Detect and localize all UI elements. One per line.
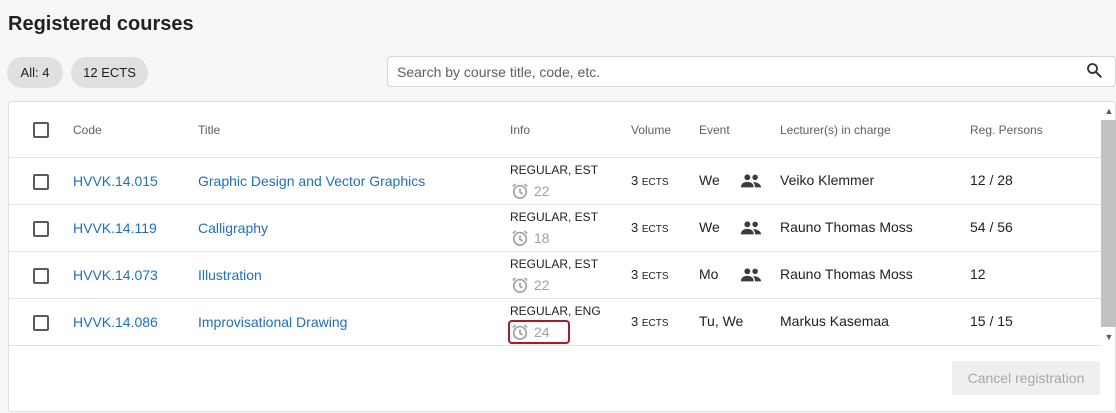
volume-value: 3 (631, 314, 639, 329)
volume: 3 ECTS (631, 267, 669, 282)
page-title: Registered courses (8, 13, 194, 35)
event-days: We (699, 172, 720, 188)
event-days: Mo (699, 266, 719, 282)
volume-value: 3 (631, 267, 639, 282)
table-header: Code Title Info Volume Event Lecturer(s)… (9, 102, 1101, 158)
info-hours: 18 (510, 228, 568, 248)
event-days: Tu, We (699, 313, 744, 329)
filter-chip-ects[interactable]: 12 ECTS (71, 57, 148, 88)
alarm-clock-icon (512, 277, 528, 293)
scroll-thumb[interactable] (1101, 120, 1116, 327)
volume: 3 ECTS (631, 173, 669, 188)
header-event: Event (699, 123, 730, 137)
lecturer-name: Veiko Klemmer (780, 172, 875, 188)
search-box (387, 56, 1116, 87)
course-title-link[interactable]: Calligraphy (198, 220, 268, 236)
volume-unit: ECTS (641, 177, 669, 188)
courses-table: Code Title Info Volume Event Lecturer(s)… (8, 101, 1116, 412)
lecturer-name: Rauno Thomas Moss (780, 266, 913, 282)
table-row: HVVK.14.119 Calligraphy REGULAR, EST 18 … (9, 205, 1101, 252)
table-row: HVVK.14.073 Illustration REGULAR, EST 22… (9, 252, 1101, 299)
course-title-link[interactable]: Illustration (198, 267, 262, 283)
info-type: REGULAR, EST (510, 163, 599, 177)
scroll-up-arrow-icon[interactable]: ▲ (1104, 106, 1114, 116)
info-hours-value: 18 (534, 230, 550, 246)
course-title-link[interactable]: Graphic Design and Vector Graphics (198, 173, 425, 189)
info-type: REGULAR, ENG (510, 304, 601, 318)
reg-persons: 12 / 28 (970, 172, 1013, 188)
lecturer-name: Markus Kasemaa (780, 313, 889, 329)
course-code-link[interactable]: HVVK.14.015 (73, 173, 158, 189)
course-code-link[interactable]: HVVK.14.086 (73, 314, 158, 330)
alarm-clock-icon (512, 324, 528, 340)
search-icon[interactable] (1085, 61, 1103, 79)
header-info: Info (510, 123, 531, 137)
table-row: HVVK.14.015 Graphic Design and Vector Gr… (9, 158, 1101, 205)
alarm-clock-icon (512, 183, 528, 199)
info-hours: 24 (508, 320, 570, 344)
row-checkbox[interactable] (33, 268, 49, 284)
header-title[interactable]: Title (198, 123, 220, 137)
group-icon[interactable] (740, 173, 762, 189)
reg-persons: 54 / 56 (970, 219, 1013, 235)
group-icon[interactable] (740, 220, 762, 236)
alarm-clock-icon (512, 230, 528, 246)
row-checkbox[interactable] (33, 315, 49, 331)
scroll-down-arrow-icon[interactable]: ▼ (1104, 332, 1114, 342)
lecturer-name: Rauno Thomas Moss (780, 219, 913, 235)
info-hours-value: 22 (534, 183, 550, 199)
row-checkbox[interactable] (33, 174, 49, 190)
volume-value: 3 (631, 173, 639, 188)
info-hours-value: 22 (534, 277, 550, 293)
info-type: REGULAR, EST (510, 257, 599, 271)
course-title-link[interactable]: Improvisational Drawing (198, 314, 347, 330)
volume: 3 ECTS (631, 220, 669, 235)
select-all-checkbox[interactable] (33, 122, 49, 138)
group-icon[interactable] (740, 267, 762, 283)
header-code[interactable]: Code (73, 123, 102, 137)
volume-value: 3 (631, 220, 639, 235)
table-scrollbar[interactable]: ▲ ▼ (1101, 102, 1116, 346)
course-code-link[interactable]: HVVK.14.073 (73, 267, 158, 283)
header-lecturer[interactable]: Lecturer(s) in charge (780, 123, 891, 137)
reg-persons: 12 (970, 266, 986, 282)
info-hours-value: 24 (534, 324, 550, 340)
volume: 3 ECTS (631, 314, 669, 329)
course-code-link[interactable]: HVVK.14.119 (73, 220, 157, 236)
row-checkbox[interactable] (33, 221, 49, 237)
cancel-registration-button[interactable]: Cancel registration (952, 361, 1100, 395)
search-input[interactable] (397, 63, 1077, 81)
info-hours: 22 (510, 275, 568, 295)
event-days: We (699, 219, 720, 235)
filter-chip-all[interactable]: All: 4 (7, 57, 63, 88)
header-reg-persons[interactable]: Reg. Persons (970, 123, 1043, 137)
volume-unit: ECTS (641, 271, 669, 282)
reg-persons: 15 / 15 (970, 313, 1013, 329)
volume-unit: ECTS (641, 318, 669, 329)
info-hours: 22 (510, 181, 568, 201)
header-volume[interactable]: Volume (631, 123, 671, 137)
volume-unit: ECTS (641, 224, 669, 235)
info-type: REGULAR, EST (510, 210, 599, 224)
table-row: HVVK.14.086 Improvisational Drawing REGU… (9, 299, 1101, 346)
